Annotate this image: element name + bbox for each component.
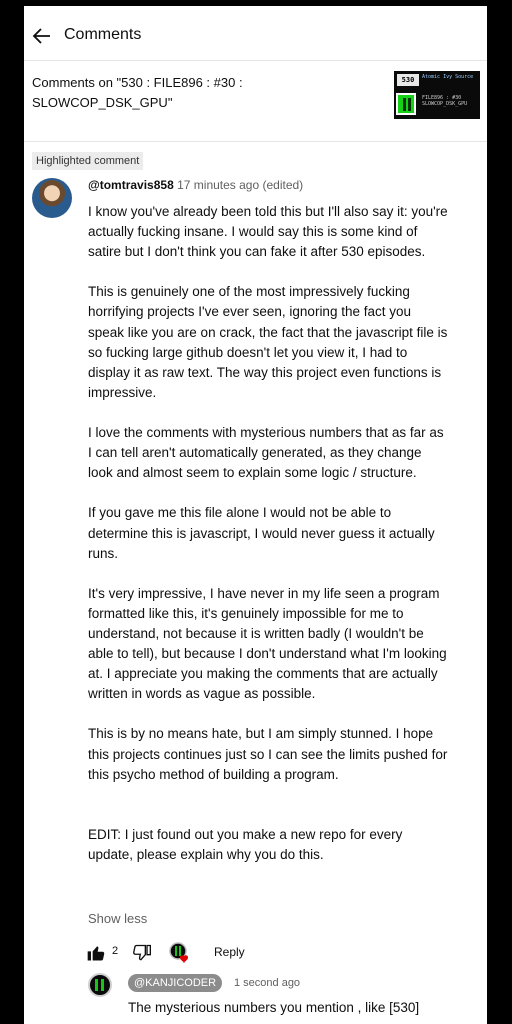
thumbnail-channel: Atomic Ivy Source [422, 74, 474, 80]
like-count: 2 [112, 945, 119, 957]
page-title: Comments [64, 26, 142, 43]
reply-avatar[interactable] [88, 973, 112, 997]
video-caption: Comments on "530 : FILE896 : #30 : SLOWC… [32, 75, 243, 110]
comment-paragraph: If you gave me this file alone I would n… [88, 505, 435, 561]
thumbnail-badge: 530 [397, 74, 419, 86]
thumbnail-meta-line-2: SLOWCOP_DSK_GPU [422, 101, 468, 107]
avatar[interactable] [32, 178, 72, 218]
show-less-button[interactable]: Show less [88, 911, 147, 926]
comment-paragraph: I know you've already been told this but… [88, 204, 448, 260]
video-thumbnail[interactable]: 530 Atomic Ivy Source FILE896 : #30 SLOW… [394, 71, 480, 119]
comment-text: I know you've already been told this but… [88, 202, 448, 885]
reply-author-badge[interactable]: @KANJICODER [128, 974, 223, 992]
creator-heart-icon[interactable] [168, 941, 192, 965]
comments-header: Comments [24, 12, 487, 61]
reply-time: 1 second ago [234, 977, 301, 989]
thumbs-up-icon[interactable] [86, 941, 106, 965]
comment-time: 17 minutes ago (edited) [177, 178, 304, 192]
back-arrow-icon[interactable] [30, 24, 54, 48]
video-info: Comments on "530 : FILE896 : #30 : SLOWC… [24, 61, 487, 142]
reply-text: The mysterious numbers you mention , lik… [128, 1000, 420, 1015]
thumbs-down-icon[interactable] [132, 941, 152, 965]
comment-paragraph: I love the comments with mysterious numb… [88, 425, 444, 481]
comment-paragraph: This is genuinely one of the most impres… [88, 284, 448, 400]
highlighted-comment-label: Highlighted comment [32, 152, 144, 170]
comment-paragraph: This is by no means hate, but I am simpl… [88, 726, 448, 782]
comment-paragraph: It's very impressive, I have never in my… [88, 585, 447, 702]
reply-button[interactable]: Reply [214, 945, 245, 959]
thumbnail-meta: FILE896 : #30 SLOWCOP_DSK_GPU [422, 95, 467, 107]
comment-actions: 2 Reply [86, 941, 446, 967]
channel-logo-icon [396, 93, 416, 115]
comment-paragraph: EDIT: I just found out you make a new re… [88, 826, 403, 862]
comment-author[interactable]: @tomtravis858 [88, 178, 174, 192]
comments-panel: Comments Comments on "530 : FILE896 : #3… [24, 6, 487, 1024]
comment-meta: @tomtravis858 17 minutes ago (edited) [88, 178, 303, 192]
